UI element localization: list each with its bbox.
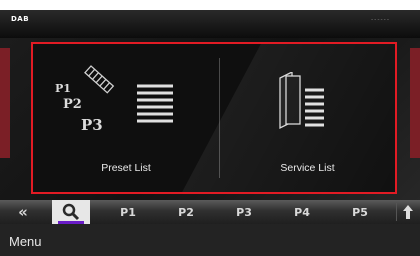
preset-button-p1[interactable]: P1 <box>110 200 146 224</box>
preset-list-icon: P1 P2 P3 <box>55 65 173 134</box>
screen: DAB ------ P1 P2 P3 Preset List Service … <box>0 0 420 256</box>
arrow-up-icon <box>403 205 413 219</box>
separator <box>396 203 397 221</box>
service-list-icon <box>279 72 324 130</box>
service-list-label: Service List <box>280 162 335 174</box>
preset-button-p3[interactable]: P3 <box>226 200 262 224</box>
search-icon <box>62 203 80 221</box>
right-accent <box>410 48 420 158</box>
scroll-up-button[interactable] <box>398 200 418 224</box>
menu-strip <box>0 224 420 256</box>
list-selection-panel: P1 P2 P3 Preset List Service List <box>31 42 397 194</box>
preset-button-p2[interactable]: P2 <box>168 200 204 224</box>
preset-list-button[interactable]: P1 P2 P3 Preset List <box>33 44 219 192</box>
menu-button[interactable]: Menu <box>9 234 42 249</box>
preset-button-p5[interactable]: P5 <box>342 200 378 224</box>
left-accent <box>0 48 10 158</box>
status-text: ------ <box>371 16 390 23</box>
preset-icon-p3: P3 <box>81 116 103 134</box>
preset-icon-p1: P1 <box>55 82 71 95</box>
service-list-button[interactable]: Service List <box>220 44 395 192</box>
source-label: DAB <box>11 15 30 23</box>
preset-list-label: Preset List <box>101 162 151 174</box>
search-button[interactable] <box>52 200 90 224</box>
top-bar <box>0 10 420 38</box>
back-button[interactable]: « <box>6 200 40 224</box>
preset-button-p4[interactable]: P4 <box>284 200 320 224</box>
preset-icon-p2: P2 <box>63 97 82 112</box>
